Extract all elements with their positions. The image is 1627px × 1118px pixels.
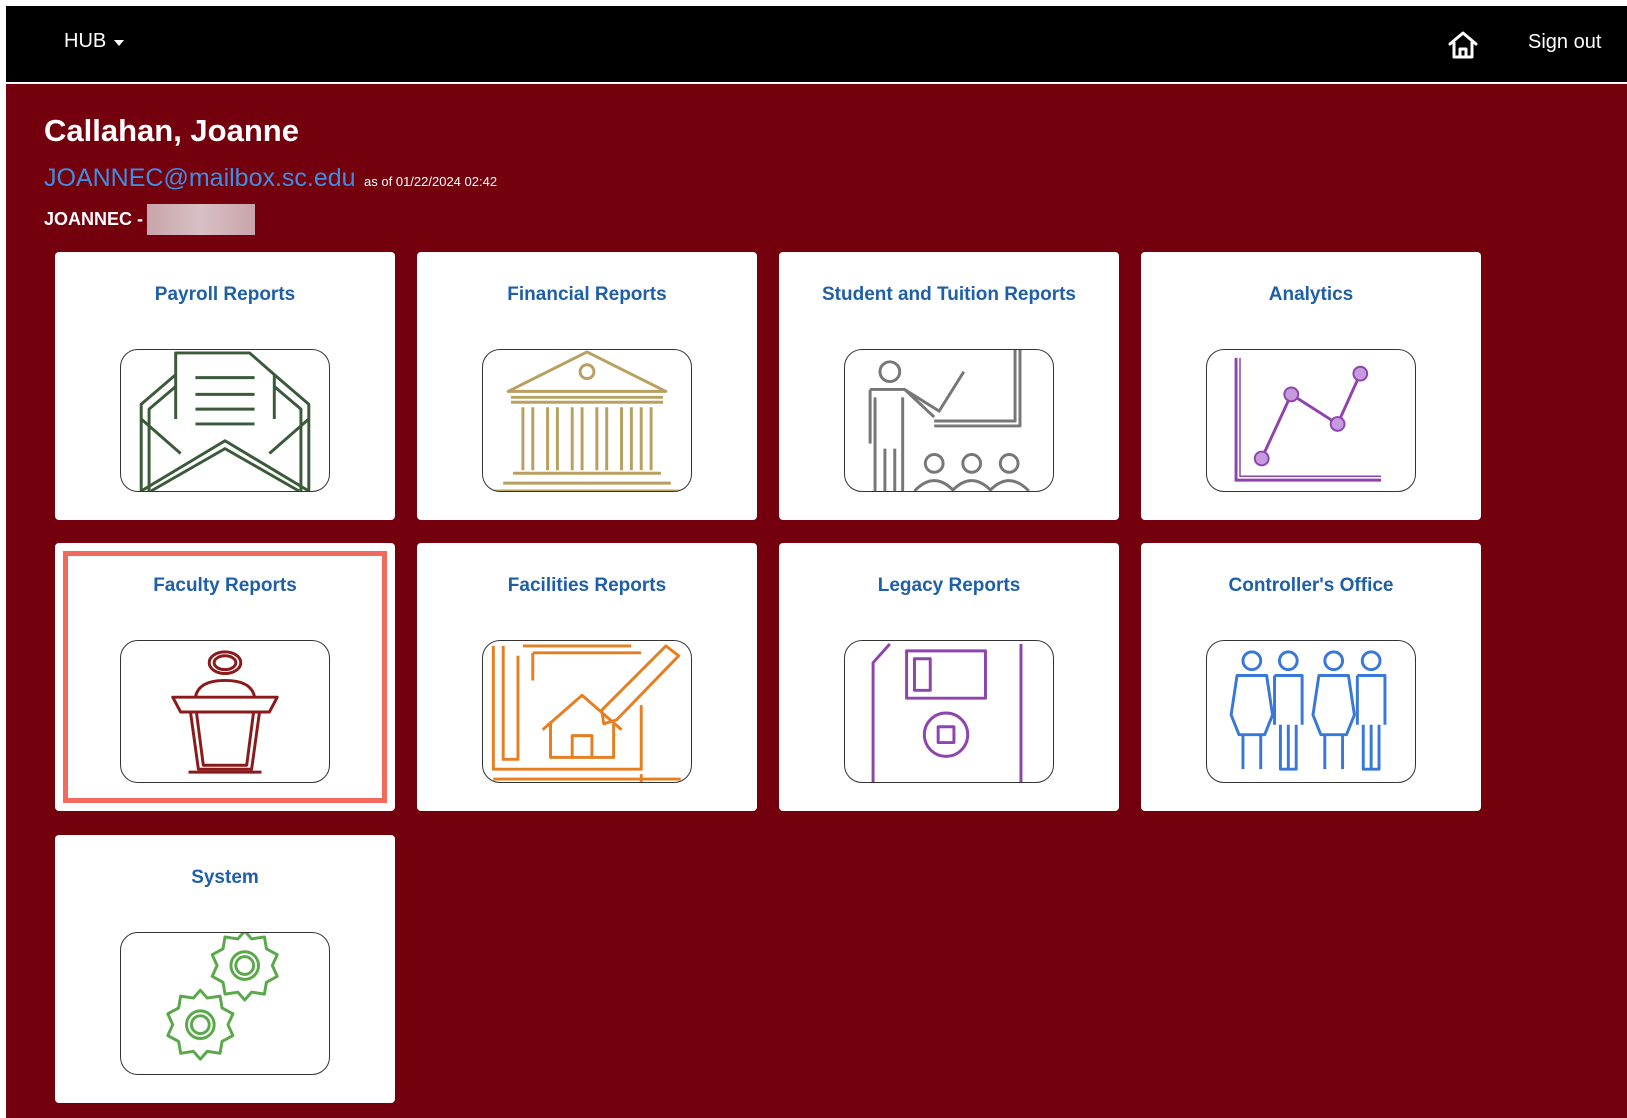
redacted-block [147,204,256,235]
bank-building-icon [482,349,692,492]
tile-title: Financial Reports [507,284,667,305]
classroom-teacher-icon [844,349,1054,492]
tile-title: System [191,867,259,888]
tile-title: Student and Tuition Reports [821,284,1076,305]
user-email-link[interactable]: JOANNEC@mailbox.sc.edu [44,164,356,192]
tile-title: Analytics [1268,284,1354,305]
podium-speaker-icon [120,640,330,783]
tile-title: Facilities Reports [507,575,667,596]
top-navbar: HUB Sign out [6,6,1627,84]
user-id-label: JOANNEC - [44,209,144,229]
home-button[interactable] [1446,28,1480,62]
tile-system[interactable]: System [55,835,395,1103]
hub-menu-label: HUB [64,30,107,52]
user-name-heading: Callahan, Joanne [44,113,299,148]
people-group-icon [1206,640,1416,783]
tile-facilities-reports[interactable]: Facilities Reports [417,543,757,811]
blueprint-house-icon [482,640,692,783]
tile-controllers-office[interactable]: Controller's Office [1141,543,1481,811]
tile-faculty-reports[interactable]: Faculty Reports [55,543,395,811]
tile-payroll-reports[interactable]: Payroll Reports [55,252,395,520]
gears-icon [120,932,330,1075]
as-of-timestamp: as of 01/22/2024 02:42 [364,174,498,189]
floppy-disk-icon [844,640,1054,783]
hub-menu-dropdown[interactable]: HUB [64,30,125,53]
line-chart-icon [1206,349,1416,492]
tile-student-and-tuition-reports[interactable]: Student and Tuition Reports [779,252,1119,520]
home-icon [1448,31,1478,59]
app-frame: HUB Sign out Callahan, Joanne JOANNEC@ma… [6,6,1627,1118]
tile-title: Legacy Reports [877,575,1021,596]
user-id-row: JOANNEC - [44,204,256,235]
tile-title: Payroll Reports [154,284,296,305]
chevron-down-icon [114,39,125,46]
sign-out-link[interactable]: Sign out [1528,31,1601,54]
tile-title: Controller's Office [1228,575,1394,596]
tile-financial-reports[interactable]: Financial Reports [417,252,757,520]
envelope-letter-icon [120,349,330,492]
tile-analytics[interactable]: Analytics [1141,252,1481,520]
user-email-row: JOANNEC@mailbox.sc.edu as of 01/22/2024 … [44,164,497,193]
tile-title: Faculty Reports [153,575,297,596]
tile-legacy-reports[interactable]: Legacy Reports [779,543,1119,811]
